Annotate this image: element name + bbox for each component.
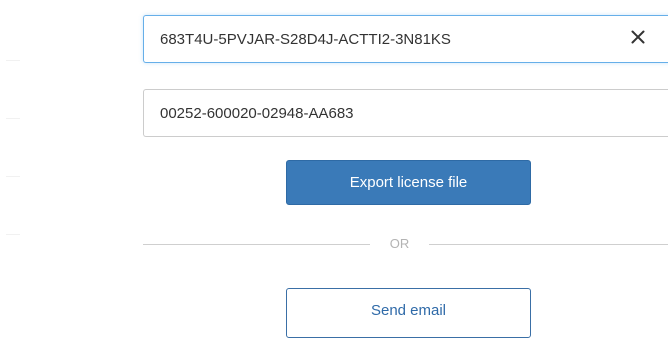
left-panel-edge [0, 0, 30, 329]
send-email-button[interactable]: Send email [286, 288, 531, 338]
serial-number-value: 00252-600020-02948-AA683 [160, 104, 354, 122]
export-license-file-button[interactable]: Export license file [286, 160, 531, 205]
close-icon [631, 30, 645, 49]
or-label: OR [389, 236, 410, 251]
faint-divider [6, 234, 20, 235]
faint-divider [6, 60, 20, 61]
clear-license-key-button[interactable] [626, 27, 650, 51]
divider-line-right [429, 244, 668, 245]
serial-number-field[interactable]: 00252-600020-02948-AA683 [143, 89, 668, 137]
license-key-field[interactable]: 683T4U-5PVJAR-S28D4J-ACTTI2-3N81KS [143, 15, 668, 63]
or-divider: OR [143, 234, 668, 254]
license-key-value: 683T4U-5PVJAR-S28D4J-ACTTI2-3N81KS [160, 30, 451, 48]
faint-divider [6, 118, 20, 119]
divider-line-left [143, 244, 370, 245]
faint-divider [6, 176, 20, 177]
